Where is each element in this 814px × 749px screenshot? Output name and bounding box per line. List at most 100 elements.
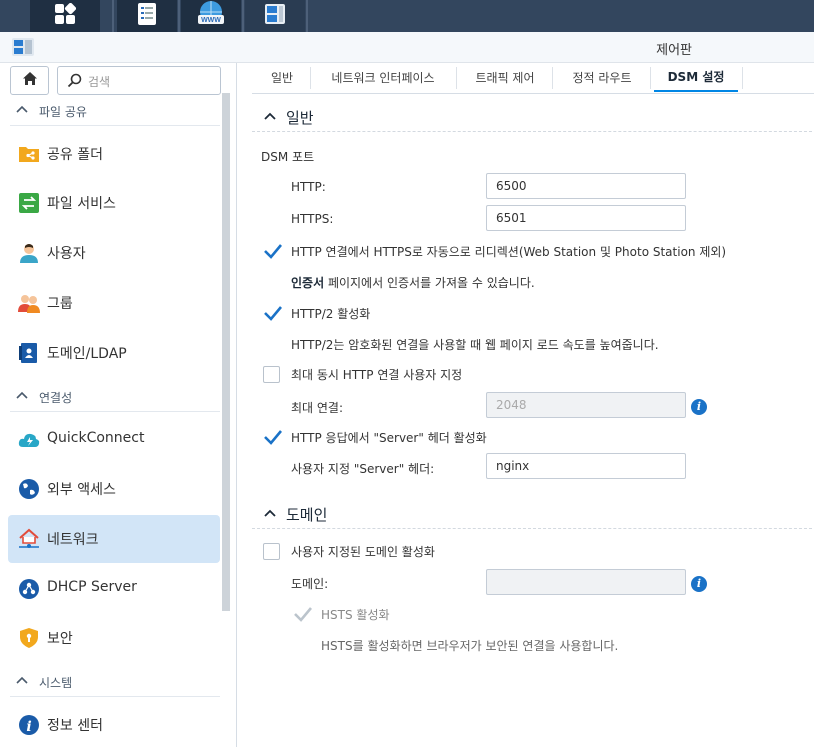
sidebar-item-shared-folder[interactable]: 공유 폴더	[8, 130, 220, 178]
sidebar-item-file-services[interactable]: 파일 서비스	[8, 179, 220, 227]
taskbar-app-web-station[interactable]: WWW	[181, 0, 241, 32]
max-connections-label: 최대 동시 HTTP 연결 사용자 지정	[291, 368, 463, 382]
checkmark-icon	[264, 430, 282, 445]
search-icon	[67, 73, 82, 92]
window-header: 제어판	[0, 32, 814, 63]
http-port-label: HTTP:	[291, 180, 326, 194]
chevron-up-icon	[16, 390, 28, 405]
control-panel-icon	[12, 37, 34, 61]
sidebar-item-user[interactable]: 사용자	[8, 229, 220, 277]
taskbar-app-control-panel[interactable]	[245, 0, 305, 32]
sidebar-item-quickconnect[interactable]: QuickConnect	[8, 416, 220, 464]
section-label: 시스템	[39, 676, 73, 690]
home-button[interactable]	[10, 66, 49, 95]
search-placeholder: 검색	[88, 75, 111, 89]
tab-static-route[interactable]: 정적 라우트	[554, 63, 650, 92]
sidebar-item-group[interactable]: 그룹	[8, 279, 220, 327]
tab-general[interactable]: 일반	[260, 63, 304, 92]
document-list-icon	[135, 2, 159, 30]
domain-field-label: 도메인:	[291, 577, 329, 591]
dsm-port-label: DSM 포트	[261, 150, 315, 164]
shared-folder-icon	[18, 143, 40, 165]
sidebar-item-label: 도메인/LDAP	[47, 346, 127, 362]
certificate-note: 인증서 페이지에서 인증서를 가져올 수 있습니다.	[291, 276, 535, 290]
group-general-header[interactable]: 일반	[252, 102, 812, 132]
quickconnect-icon	[18, 429, 40, 451]
section-label: 연결성	[39, 391, 73, 405]
security-shield-icon	[18, 627, 40, 649]
sidebar-item-label: 보안	[47, 631, 73, 647]
tab-network-interface[interactable]: 네트워크 인터페이스	[312, 63, 454, 92]
http2-checkbox[interactable]	[263, 304, 282, 322]
tab-traffic-control[interactable]: 트래픽 제어	[458, 63, 552, 92]
section-label: 파일 공유	[39, 105, 87, 119]
info-icon[interactable]: i	[691, 399, 707, 415]
control-panel-icon	[263, 2, 287, 30]
http2-label: HTTP/2 활성화	[291, 307, 371, 321]
http2-note: HTTP/2는 암호화된 연결을 사용할 때 웹 페이지 로드 속도를 높여줍니…	[291, 338, 659, 352]
server-header-checkbox[interactable]	[263, 428, 282, 446]
sidebar-item-label: 네트워크	[47, 532, 99, 548]
server-header-label: HTTP 응답에서 "Server" 헤더 활성화	[291, 431, 487, 445]
sidebar-item-label: 외부 액세스	[47, 482, 116, 498]
sidebar-item-dhcp-server[interactable]: DHCP Server	[8, 565, 220, 613]
custom-domain-label: 사용자 지정된 도메인 활성화	[291, 545, 435, 559]
sidebar-item-external-access[interactable]: 외부 액세스	[8, 465, 220, 513]
section-system[interactable]: 시스템	[0, 667, 220, 697]
tab-bar: 일반 네트워크 인터페이스 트래픽 제어 정적 라우트 DSM 설정	[252, 63, 814, 94]
checkmark-icon	[294, 607, 312, 622]
custom-domain-checkbox[interactable]	[263, 543, 281, 561]
https-port-input[interactable]: 6501	[486, 205, 686, 231]
section-connectivity[interactable]: 연결성	[0, 382, 220, 412]
external-access-icon	[18, 478, 40, 500]
max-connections-input[interactable]: 2048	[486, 392, 686, 418]
sidebar-item-domain-ldap[interactable]: 도메인/LDAP	[8, 329, 220, 377]
hsts-checkbox[interactable]	[293, 605, 312, 623]
certificate-link[interactable]: 인증서	[291, 276, 324, 290]
domain-input[interactable]	[486, 569, 686, 595]
sidebar-item-label: 그룹	[47, 296, 73, 312]
user-icon	[18, 242, 40, 264]
custom-server-header-label: 사용자 지정 "Server" 헤더:	[291, 462, 435, 476]
checkmark-icon	[264, 306, 282, 321]
custom-server-header-input[interactable]: nginx	[486, 453, 686, 479]
sidebar: 검색 파일 공유 공유 폴더 파일 서비스 사용자 그룹 도메인/LDAP 연결…	[0, 63, 237, 747]
sidebar-item-label: DHCP Server	[47, 579, 137, 595]
max-connections-checkbox[interactable]	[263, 366, 281, 384]
info-center-icon: i	[18, 714, 40, 736]
search-input[interactable]: 검색	[57, 66, 221, 95]
sidebar-item-network[interactable]: 네트워크	[8, 515, 220, 563]
chevron-up-icon	[264, 111, 276, 126]
group-domain-header[interactable]: 도메인	[252, 499, 812, 529]
domain-ldap-icon	[18, 342, 40, 364]
sidebar-item-label: 정보 센터	[47, 718, 103, 734]
chevron-up-icon	[16, 104, 28, 119]
svg-text:WWW: WWW	[201, 17, 221, 24]
redirect-https-checkbox[interactable]	[263, 242, 282, 260]
home-icon	[22, 71, 38, 90]
sidebar-item-security[interactable]: 보안	[8, 614, 220, 662]
sidebar-item-label: QuickConnect	[47, 430, 145, 446]
sidebar-item-label: 파일 서비스	[47, 196, 116, 212]
hsts-label: HSTS 활성화	[321, 608, 390, 622]
tab-dsm-settings[interactable]: DSM 설정	[654, 63, 738, 92]
group-title: 도메인	[286, 506, 328, 524]
section-file-sharing[interactable]: 파일 공유	[0, 96, 220, 126]
sidebar-item-info-center[interactable]: i 정보 센터	[8, 701, 220, 749]
main-menu-button[interactable]	[30, 0, 100, 32]
file-services-icon	[18, 192, 40, 214]
sidebar-scrollbar[interactable]	[222, 93, 230, 611]
main-menu-icon	[54, 2, 77, 29]
taskbar: WWW	[0, 0, 814, 32]
chevron-up-icon	[264, 508, 276, 523]
https-port-label: HTTPS:	[291, 212, 334, 226]
info-icon[interactable]: i	[691, 576, 707, 592]
hsts-note: HSTS를 활성화하면 브라우저가 보안된 연결을 사용합니다.	[321, 639, 619, 653]
checkmark-icon	[264, 244, 282, 259]
taskbar-app-package-center[interactable]	[117, 0, 177, 32]
sidebar-item-label: 공유 폴더	[47, 147, 103, 163]
window-title: 제어판	[656, 43, 692, 58]
group-icon	[18, 292, 40, 314]
http-port-input[interactable]: 6500	[486, 173, 686, 199]
network-icon	[18, 528, 40, 550]
